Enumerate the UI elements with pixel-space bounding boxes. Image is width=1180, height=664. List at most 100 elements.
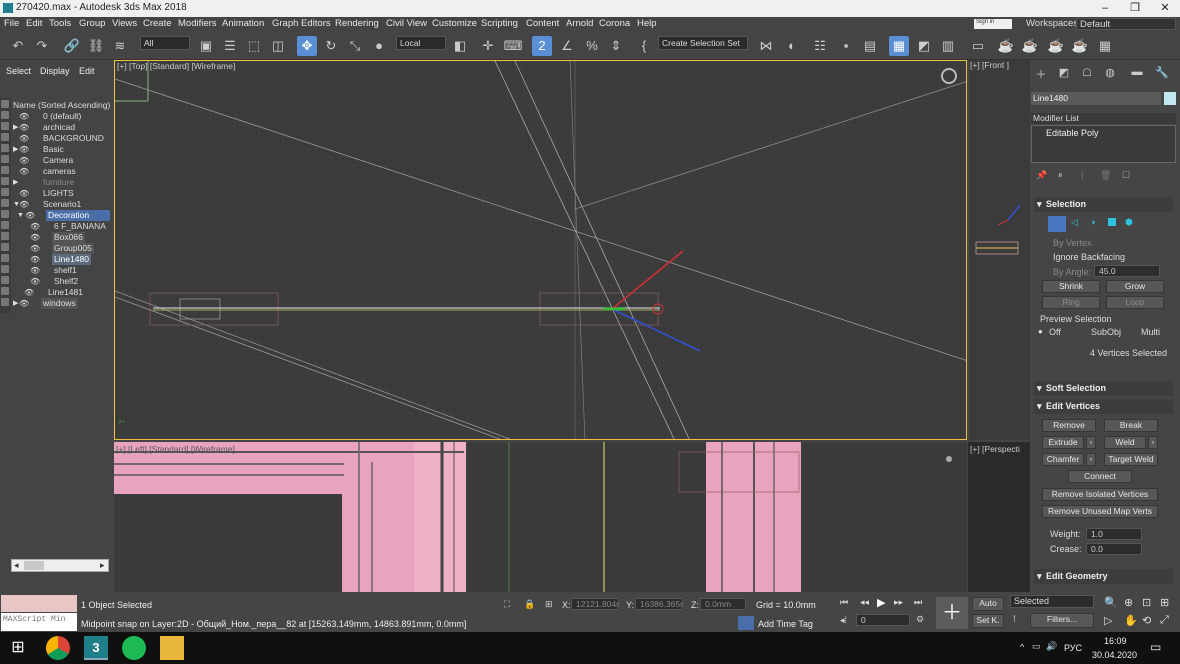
menu-scripting[interactable]: Scripting xyxy=(481,18,518,29)
scroll-right-icon[interactable]: ▸ xyxy=(100,560,105,571)
scale-icon[interactable]: ⤡ xyxy=(345,36,365,56)
time-tag-icon[interactable] xyxy=(738,616,754,630)
configure-sets-icon[interactable]: ☐ xyxy=(1122,170,1130,181)
maxscript-listener-top[interactable] xyxy=(1,595,77,612)
render-setup-icon[interactable]: ▥ xyxy=(938,36,958,56)
viewport-top-label[interactable]: [+] [Top] [Standard] [Wireframe] xyxy=(117,61,235,71)
zoom-extents-icon[interactable]: ⊡ xyxy=(1142,596,1151,609)
object-name-field[interactable]: Line1480 xyxy=(1031,92,1161,105)
rendered-frame-icon[interactable]: ▭ xyxy=(968,36,988,56)
remove-button[interactable]: Remove xyxy=(1042,419,1096,432)
menu-file[interactable]: File xyxy=(4,18,19,29)
display-tab-icon[interactable]: ▬ xyxy=(1128,66,1146,84)
rotate-icon[interactable]: ↻ xyxy=(321,36,341,56)
tab-display[interactable]: Display xyxy=(40,66,70,76)
render-production-icon[interactable]: ☕ xyxy=(996,36,1016,56)
viewport-front-label[interactable]: [+] [Front ] xyxy=(970,60,1009,70)
layer-row[interactable]: 👁 BACKGROUND xyxy=(0,133,113,144)
chamfer-button[interactable]: Chamfer xyxy=(1042,453,1084,466)
maxscript-mini-listener[interactable]: MAXScript Min xyxy=(1,613,77,631)
tab-select[interactable]: Select xyxy=(6,66,31,76)
angle-snap-icon[interactable]: ∠ xyxy=(557,36,577,56)
menu-edit[interactable]: Edit xyxy=(26,18,42,29)
select-object-icon[interactable]: ▣ xyxy=(196,36,216,56)
key-filters-button[interactable]: Filters... xyxy=(1030,613,1094,628)
weight-spinner[interactable]: 1.0 xyxy=(1086,528,1142,540)
time-config-icon[interactable]: ⚙ xyxy=(916,614,924,625)
maximize-viewport-icon[interactable]: ⤢ xyxy=(1160,614,1169,627)
explorer-scrollbar[interactable]: ◂ ▸ xyxy=(11,559,109,572)
motion-tab-icon[interactable]: ◍ xyxy=(1101,66,1119,84)
material-editor-icon[interactable]: ◩ xyxy=(914,36,934,56)
layer-row[interactable]: 👁 cameras xyxy=(0,166,113,177)
auto-key-button[interactable]: Auto xyxy=(972,597,1004,611)
default-in-out-icon[interactable]: ⊺ xyxy=(1012,614,1017,625)
stack-item-editable-poly[interactable]: Editable Poly xyxy=(1046,128,1099,138)
render-cloud-icon[interactable]: ☕ xyxy=(1070,36,1090,56)
show-end-result-icon[interactable]: ⏸ xyxy=(1058,170,1063,181)
layer-row[interactable]: ▶ 👁 Basic xyxy=(0,144,113,155)
zoom-all-icon[interactable]: ⊕ xyxy=(1124,596,1133,609)
viewport-perspective[interactable]: [+] [Perspecti xyxy=(968,442,1030,592)
eye-icon[interactable]: 👁 xyxy=(19,144,29,155)
rollout-edit-geometry[interactable]: Edit Geometry xyxy=(1034,569,1173,584)
render-iterative-icon[interactable]: ☕ xyxy=(1020,36,1040,56)
element-mode-icon[interactable]: ⬢ xyxy=(1125,217,1133,228)
remove-modifier-icon[interactable]: 🗑 xyxy=(1100,170,1111,181)
x-coordinate-field[interactable]: 12121.804r xyxy=(571,598,619,610)
tab-edit[interactable]: Edit xyxy=(79,66,95,76)
target-weld-button[interactable]: Target Weld xyxy=(1104,453,1158,466)
clock-date[interactable]: 30.04.2020 xyxy=(1092,650,1137,660)
play-icon[interactable]: ▶ xyxy=(877,596,885,609)
rollout-selection[interactable]: Selection xyxy=(1034,197,1173,212)
eye-icon[interactable]: 👁 xyxy=(30,243,40,254)
viewport-perspective-label[interactable]: [+] [Perspecti xyxy=(970,444,1020,454)
make-unique-icon[interactable]: ∣ xyxy=(1080,170,1085,181)
link-icon[interactable]: 🔗 xyxy=(62,36,82,56)
pan-icon[interactable]: ✋ xyxy=(1124,614,1138,627)
loop-button[interactable]: Loop xyxy=(1106,296,1164,309)
crease-spinner[interactable]: 0.0 xyxy=(1086,543,1142,555)
edit-named-sets-icon[interactable]: { xyxy=(634,36,654,56)
layer-row[interactable]: ▶ 👁 archicad xyxy=(0,122,113,133)
curve-editor-icon[interactable]: ▤ xyxy=(860,36,880,56)
spotify-icon[interactable] xyxy=(122,636,146,660)
undo-icon[interactable]: ↶ xyxy=(8,36,28,56)
border-mode-icon[interactable]: ◑ xyxy=(1090,217,1095,227)
remove-unused-map-verts-button[interactable]: Remove Unused Map Verts xyxy=(1042,505,1158,518)
notifications-icon[interactable]: ▭ xyxy=(1150,640,1161,654)
named-selection-sets-dropdown[interactable]: Create Selection Set xyxy=(658,36,748,50)
current-frame-field[interactable]: 0 xyxy=(856,614,910,626)
angle-spinner[interactable]: 45.0 xyxy=(1094,265,1160,277)
modify-tab-icon[interactable]: ◩ xyxy=(1055,66,1073,84)
window-crossing-icon[interactable]: ◫ xyxy=(268,36,288,56)
object-row[interactable]: 👁 6 F_BANANA xyxy=(0,221,113,232)
zoom-icon[interactable]: 🔍 xyxy=(1104,596,1118,609)
object-color-swatch[interactable] xyxy=(1164,92,1176,105)
menu-customize[interactable]: Customize xyxy=(432,18,477,29)
scroll-left-icon[interactable]: ◂ xyxy=(14,560,19,571)
ignore-backfacing-checkbox[interactable]: Ignore Backfacing xyxy=(1053,252,1125,262)
object-row-selected[interactable]: 👁 Line1480 xyxy=(0,254,113,265)
eye-icon[interactable]: 👁 xyxy=(30,254,40,265)
expand-arrow-icon[interactable]: ▼ xyxy=(17,210,24,221)
eye-icon[interactable]: 👁 xyxy=(19,166,29,177)
rectangular-selection-icon[interactable]: ⬚ xyxy=(244,36,264,56)
layer-row[interactable]: 👁 LIGHTS xyxy=(0,188,113,199)
render-activeshade-icon[interactable]: ☕ xyxy=(1046,36,1066,56)
eye-icon[interactable]: 👁 xyxy=(19,111,29,122)
mirror-icon[interactable]: ⋈ xyxy=(756,36,776,56)
isolate-selection-icon[interactable]: ⛶ xyxy=(504,599,510,610)
object-row[interactable]: 👁 shelf1 xyxy=(0,265,113,276)
menu-civil-view[interactable]: Civil View xyxy=(386,18,427,29)
preview-multi-radio[interactable]: Multi xyxy=(1141,327,1160,337)
y-coordinate-field[interactable]: 16386.365r xyxy=(635,598,683,610)
volume-icon[interactable]: 🔊 xyxy=(1046,641,1057,652)
next-frame-icon[interactable]: ▸▸ xyxy=(894,597,903,608)
previous-frame-icon[interactable]: ◂◂ xyxy=(860,597,869,608)
menu-animation[interactable]: Animation xyxy=(222,18,264,29)
object-row[interactable]: 👁 Group005 xyxy=(0,243,113,254)
break-button[interactable]: Break xyxy=(1104,419,1158,432)
menu-corona[interactable]: Corona xyxy=(599,18,630,29)
goto-end-icon[interactable]: ⏭ xyxy=(914,597,922,608)
